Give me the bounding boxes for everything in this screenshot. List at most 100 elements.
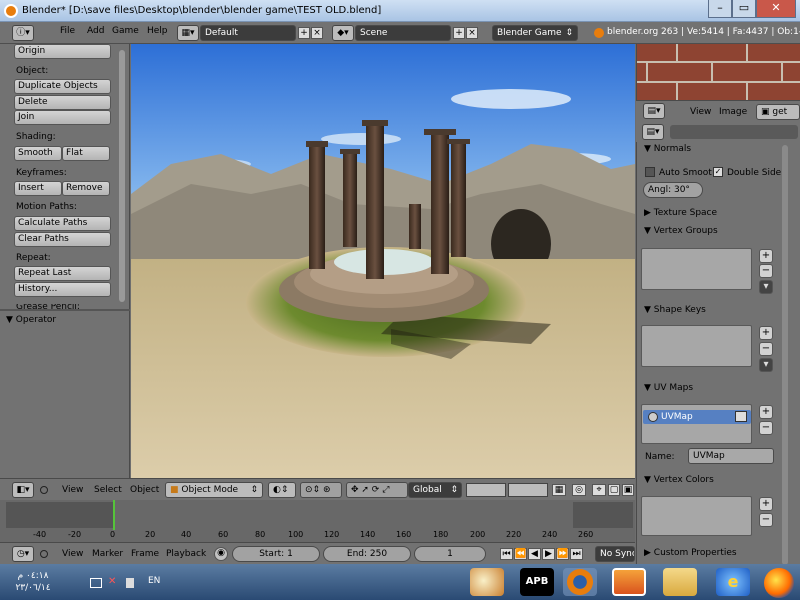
double-sided-checkbox[interactable]: ✓ xyxy=(713,167,723,177)
3d-view-editor-icon[interactable]: ◧▾ xyxy=(12,482,34,498)
tray-flag-icon[interactable] xyxy=(126,578,134,588)
prev-keyframe-icon[interactable]: ⏪ xyxy=(514,548,527,560)
flat-button[interactable]: Flat xyxy=(62,146,110,161)
texture-space-panel-header[interactable]: ▶ Texture Space xyxy=(644,208,717,218)
menu-game[interactable]: Game xyxy=(112,26,139,36)
end-frame-field[interactable]: End: 250 xyxy=(323,546,411,562)
vertex-groups-list[interactable] xyxy=(641,248,752,290)
preview-range-icon[interactable]: ◉ xyxy=(214,547,228,561)
view-menu[interactable]: View xyxy=(62,485,83,495)
operator-panel-header[interactable]: ▼ Operator xyxy=(6,315,56,325)
remove-keyframe-button[interactable]: Remove xyxy=(62,181,110,196)
join-button[interactable]: Join xyxy=(14,110,111,125)
scene-field[interactable]: Scene xyxy=(355,25,451,41)
media-player-icon[interactable] xyxy=(612,568,646,596)
playback-menu[interactable]: Playback xyxy=(166,549,206,559)
marker-menu[interactable]: Marker xyxy=(92,549,123,559)
explorer-folder-icon[interactable] xyxy=(663,568,697,596)
network-icon[interactable] xyxy=(90,578,102,588)
smooth-button[interactable]: Smooth xyxy=(14,146,62,161)
shape-key-menu-icon[interactable]: ▾ xyxy=(759,358,773,372)
delete-layout-icon[interactable]: × xyxy=(311,27,323,39)
volume-muted-icon[interactable]: ✕ xyxy=(108,576,120,588)
add-vertex-color-button[interactable]: + xyxy=(759,497,773,511)
uv-name-field[interactable]: UVMap xyxy=(688,448,774,464)
play-reverse-icon[interactable]: ◀ xyxy=(528,548,541,560)
tool-shelf-scrollbar[interactable] xyxy=(119,50,125,302)
start-frame-field[interactable]: Start: 1 xyxy=(232,546,320,562)
snap-icon[interactable]: ⌖ xyxy=(592,484,606,496)
jump-start-icon[interactable]: ⏮ xyxy=(500,548,513,560)
delete-button[interactable]: Delete xyxy=(14,95,111,110)
language-indicator[interactable]: EN xyxy=(148,576,160,586)
vertex-colors-panel-header[interactable]: ▼ Vertex Colors xyxy=(644,475,714,485)
delete-scene-icon[interactable]: × xyxy=(466,27,478,39)
normals-panel-header[interactable]: ▼ Normals xyxy=(644,144,691,154)
snap-target-icon[interactable]: ▢ xyxy=(608,484,620,496)
auto-smooth-checkbox[interactable] xyxy=(645,167,655,177)
image-selector[interactable]: ▣ get xyxy=(756,104,800,120)
image-menu[interactable]: Image xyxy=(719,107,747,117)
timeline-area[interactable] xyxy=(0,500,635,542)
pivot-point-select[interactable]: ⊙⇕ ⊛ xyxy=(300,482,342,498)
uv-maps-panel-header[interactable]: ▼ UV Maps xyxy=(644,383,693,393)
layer-buttons-a[interactable] xyxy=(466,483,506,497)
internet-explorer-icon[interactable]: e xyxy=(716,568,750,596)
add-vertex-group-button[interactable]: + xyxy=(759,249,773,263)
firefox-icon[interactable] xyxy=(764,568,794,598)
render-preview-icon[interactable]: ▣ xyxy=(622,484,634,496)
current-frame-indicator[interactable] xyxy=(113,500,115,530)
custom-properties-panel-header[interactable]: ▶ Custom Properties xyxy=(644,548,737,558)
context-tabs-icon[interactable] xyxy=(670,125,798,139)
insert-keyframe-button[interactable]: Insert xyxy=(14,181,62,196)
shape-keys-list[interactable] xyxy=(641,325,752,367)
screen-layout-icon[interactable]: ▦▾ xyxy=(177,25,199,41)
vertex-group-menu-icon[interactable]: ▾ xyxy=(759,280,773,294)
apb-app-icon[interactable]: APB xyxy=(520,568,554,596)
menu-file[interactable]: File xyxy=(60,26,75,36)
timeline-editor-icon[interactable]: ◷▾ xyxy=(12,546,34,562)
manipulator-icons[interactable]: ✥ ➚ ⟳ ⤢ xyxy=(346,482,408,498)
add-uv-map-button[interactable]: + xyxy=(759,405,773,419)
properties-editor-icon[interactable]: ▤▾ xyxy=(642,124,664,140)
layer-buttons-b[interactable] xyxy=(508,483,548,497)
menu-add[interactable]: Add xyxy=(87,26,104,36)
screen-layout-field[interactable]: Default xyxy=(200,25,296,41)
uv-render-icon[interactable] xyxy=(735,411,747,422)
render-engine-select[interactable]: Blender Game ⇕ xyxy=(492,25,578,41)
add-shape-key-button[interactable]: + xyxy=(759,326,773,340)
timeline-header-toggle-icon[interactable] xyxy=(40,550,48,558)
3d-viewport[interactable] xyxy=(131,44,635,478)
clear-paths-button[interactable]: Clear Paths xyxy=(14,232,111,247)
layer-lock-icon[interactable]: ▦ xyxy=(552,484,566,496)
scene-icon[interactable]: ◆▾ xyxy=(332,25,354,41)
origin-button[interactable]: Origin xyxy=(14,44,111,59)
close-button[interactable]: ✕ xyxy=(756,0,796,18)
maximize-button[interactable]: ▭ xyxy=(732,0,756,18)
image-view-menu[interactable]: View xyxy=(690,107,711,117)
info-editor-icon[interactable]: ⓘ▾ xyxy=(12,25,34,41)
blender-app-icon[interactable] xyxy=(563,568,597,596)
calculate-paths-button[interactable]: Calculate Paths xyxy=(14,216,111,231)
remove-vertex-group-button[interactable]: − xyxy=(759,264,773,278)
header-toggle-icon[interactable] xyxy=(40,486,48,494)
shape-keys-panel-header[interactable]: ▼ Shape Keys xyxy=(644,305,706,315)
image-editor-icon[interactable]: ▤▾ xyxy=(643,103,665,119)
object-menu[interactable]: Object xyxy=(130,485,159,495)
duplicate-objects-button[interactable]: Duplicate Objects xyxy=(14,79,111,94)
add-layout-icon[interactable]: + xyxy=(298,27,310,39)
sync-mode-select[interactable]: No Sync xyxy=(595,546,635,562)
current-frame-field[interactable]: 1 xyxy=(414,546,486,562)
minimize-button[interactable]: – xyxy=(708,0,732,18)
paint-app-icon[interactable] xyxy=(470,568,504,596)
remove-vertex-color-button[interactable]: − xyxy=(759,513,773,527)
auto-smooth-angle-field[interactable]: Angl: 30° xyxy=(643,182,703,198)
proportional-edit-icon[interactable]: ◎ xyxy=(572,484,586,496)
vertex-colors-list[interactable] xyxy=(641,496,752,536)
remove-shape-key-button[interactable]: − xyxy=(759,342,773,356)
remove-uv-map-button[interactable]: − xyxy=(759,421,773,435)
history-button[interactable]: History... xyxy=(14,282,111,297)
viewport-shading-select[interactable]: ◐⇕ xyxy=(268,482,296,498)
vertex-groups-panel-header[interactable]: ▼ Vertex Groups xyxy=(644,226,718,236)
properties-scrollbar[interactable] xyxy=(782,145,788,565)
